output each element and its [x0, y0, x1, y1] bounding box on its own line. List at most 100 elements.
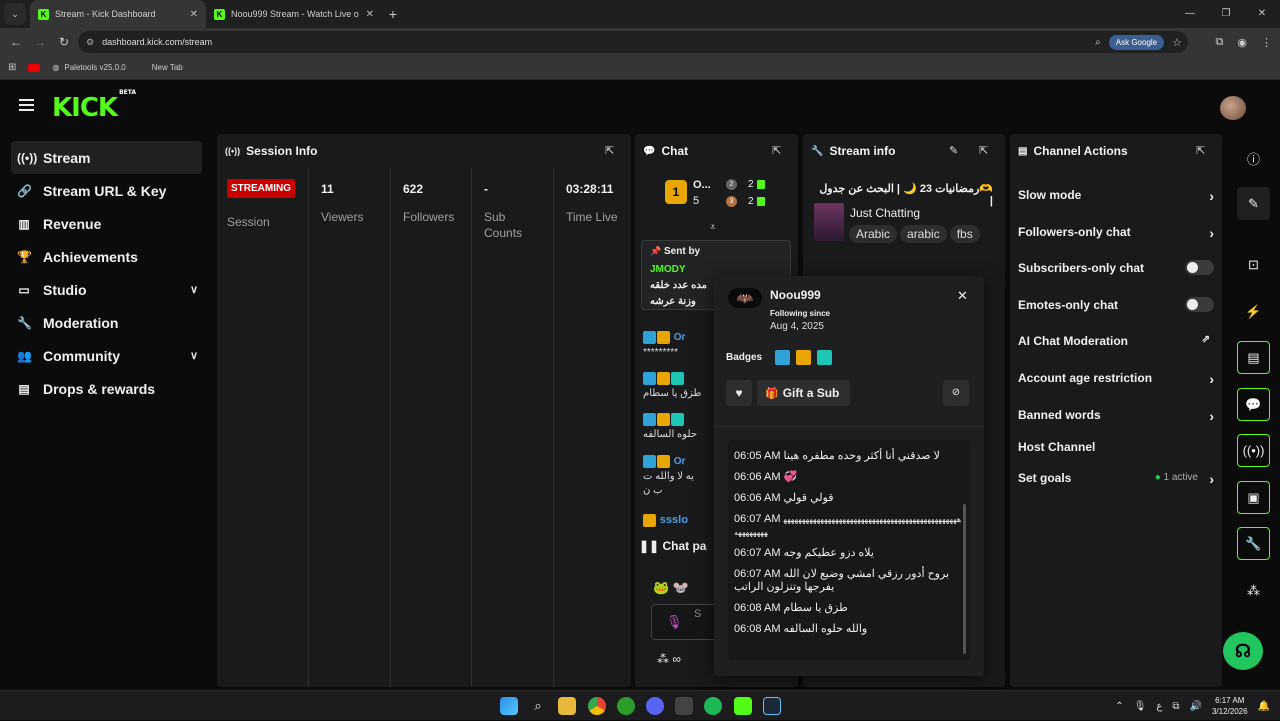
tag-chip[interactable]: Arabic — [849, 225, 898, 243]
layout-icon[interactable]: ▣ — [1237, 481, 1270, 514]
profile-icon[interactable]: ◉ — [1237, 36, 1247, 49]
host-channel-action[interactable]: Host Channel — [1018, 440, 1214, 454]
apps-grid-icon[interactable]: ⊞ — [8, 62, 16, 73]
minimize-icon[interactable]: — — [1172, 0, 1208, 28]
chat-username[interactable]: ssslo — [660, 514, 688, 526]
extensions-icon[interactable]: ⧉ — [1216, 36, 1224, 49]
wrench-icon[interactable]: 🔧 — [1237, 527, 1270, 560]
maximize-icon[interactable]: ❐ — [1208, 0, 1244, 28]
tag-chip[interactable]: arabic — [900, 225, 947, 243]
chat-bubble-icon[interactable]: 💬 — [1237, 388, 1270, 421]
info-icon[interactable]: ⓘ — [1237, 142, 1270, 175]
chevron-down-icon[interactable]: ∨ — [190, 349, 198, 362]
follow-heart-button[interactable]: ♥ — [726, 380, 752, 406]
file-explorer-icon[interactable] — [558, 697, 576, 715]
gift-sub-button[interactable]: 🎁 Gift a Sub — [757, 380, 850, 406]
collapse-chevron-icon[interactable]: ⩡ — [710, 222, 716, 233]
start-icon[interactable] — [500, 697, 518, 715]
sidebar-item-studio[interactable]: ▭ Studio ∨ — [11, 273, 202, 306]
bookmark-new-tab[interactable]: New Tab — [152, 63, 183, 72]
steam-icon[interactable] — [763, 697, 781, 715]
expand-icon[interactable]: ⇱ — [979, 144, 988, 157]
edit-pencil-icon[interactable]: ✎ — [949, 144, 958, 157]
mute-user-button[interactable]: ⊘ — [943, 380, 969, 406]
volume-icon[interactable]: 🔊 — [1190, 701, 1202, 712]
network-icon[interactable]: ⧉ — [1172, 701, 1179, 712]
edit-stream-icon[interactable]: ✎ — [1237, 187, 1270, 220]
chat-paused-bar[interactable]: ❚❚ Chat pa — [639, 539, 706, 553]
zoom-icon[interactable]: ⌕ — [1095, 37, 1101, 48]
lightning-icon[interactable]: ⚡ — [1237, 295, 1270, 328]
kick-app-icon[interactable] — [734, 697, 752, 715]
sidebar-item-community[interactable]: 👥 Community ∨ — [11, 339, 202, 372]
tab-search-button[interactable]: ⌄ — [4, 3, 26, 25]
close-window-icon[interactable]: ✕ — [1244, 0, 1280, 28]
emote-icon[interactable]: 🐭 — [673, 580, 689, 595]
settings-dots-icon[interactable]: ⁂ — [657, 652, 669, 666]
new-tab-button[interactable]: + — [382, 6, 404, 22]
expand-icon[interactable]: ⇱ — [605, 144, 614, 157]
xbox-icon[interactable] — [617, 697, 635, 715]
stream-category[interactable]: Just Chatting — [850, 206, 920, 220]
youtube-bookmark[interactable] — [28, 63, 41, 72]
ask-google-button[interactable]: Ask Google — [1108, 34, 1165, 50]
avatar[interactable] — [1220, 96, 1246, 120]
chat-message[interactable]: ssslo — [643, 514, 688, 527]
set-goals-action[interactable]: Set goals ● 1 active › — [1018, 471, 1214, 487]
chat-message[interactable]: Or ********* — [643, 331, 685, 358]
tab-noou999-stream[interactable]: K Noou999 Stream - Watch Live o ✕ — [206, 0, 382, 28]
notes-icon[interactable]: ▤ — [1237, 341, 1270, 374]
chat-username[interactable]: Or — [674, 456, 686, 467]
ai-chat-moderation-action[interactable]: AI Chat Moderation ⇗ — [1018, 334, 1214, 348]
banned-words-action[interactable]: Banned words › — [1018, 408, 1214, 424]
chrome-icon[interactable] — [588, 697, 606, 715]
expand-icon[interactable]: ⇱ — [1196, 144, 1205, 157]
bookmark-star-icon[interactable]: ☆ — [1172, 36, 1182, 49]
chat-message[interactable]: حلوه السالفه — [643, 413, 697, 440]
close-tab-icon[interactable]: ✕ — [366, 9, 374, 20]
chevron-down-icon[interactable]: ∨ — [190, 283, 198, 296]
followers-only-action[interactable]: Followers-only chat › — [1018, 225, 1214, 241]
browser-menu-icon[interactable]: ⋮ — [1261, 36, 1272, 49]
sidebar-item-moderation[interactable]: 🔧 Moderation — [11, 306, 202, 339]
subscribers-only-toggle[interactable] — [1185, 260, 1214, 275]
url-omnibox[interactable]: ⚙ dashboard.kick.com/stream ⌕ Ask Google… — [78, 31, 1188, 53]
help-headset-icon[interactable]: ☊ — [1223, 632, 1263, 670]
sidebar-item-drops-rewards[interactable]: ▤ Drops & rewards — [11, 372, 202, 405]
chat-message[interactable]: Or يه لا والله ت ب ن — [643, 455, 694, 496]
discord-icon[interactable] — [646, 697, 664, 715]
search-icon[interactable]: ⌕ — [529, 697, 547, 715]
scrollbar[interactable] — [963, 504, 966, 654]
expand-icon[interactable]: ⇱ — [772, 144, 781, 157]
infinity-icon[interactable]: ∞ — [672, 652, 681, 666]
chat-message[interactable]: طزق يا سطام — [643, 372, 701, 399]
emote-icon[interactable]: 🐸 — [653, 580, 669, 595]
spotify-icon[interactable] — [704, 697, 722, 715]
chat-username[interactable]: Or — [674, 332, 686, 343]
clock[interactable]: 6:17 AM 3/12/2026 — [1212, 695, 1248, 717]
tab-kick-dashboard[interactable]: K Stream - Kick Dashboard ✕ — [30, 0, 206, 28]
close-tab-icon[interactable]: ✕ — [190, 9, 198, 20]
sidebar-item-stream-url-key[interactable]: 🔗 Stream URL & Key — [11, 174, 202, 207]
sidebar-item-revenue[interactable]: ▥ Revenue — [11, 207, 202, 240]
broadcast-icon[interactable]: ((•)) — [1237, 434, 1270, 467]
dots-icon[interactable]: ⁂ — [1237, 574, 1270, 607]
close-icon[interactable]: ✕ — [957, 288, 968, 304]
sidebar-item-stream[interactable]: ((•)) Stream — [11, 141, 202, 174]
microphone-icon[interactable]: 🎙 — [1134, 701, 1147, 712]
slow-mode-action[interactable]: Slow mode › — [1018, 188, 1214, 204]
notification-icon[interactable]: 🔔 — [1258, 701, 1270, 712]
url-text[interactable]: dashboard.kick.com/stream — [102, 37, 212, 47]
app-icon[interactable] — [675, 697, 693, 715]
microphone-icon[interactable]: 🎙 — [666, 614, 683, 630]
account-age-action[interactable]: Account age restriction › — [1018, 371, 1214, 387]
site-info-icon[interactable]: ⚙ — [86, 37, 94, 48]
menu-icon[interactable] — [19, 99, 34, 111]
sidebar-item-achievements[interactable]: 🏆 Achievements — [11, 240, 202, 273]
bookmark-paletools[interactable]: ◍ Paletools v25.0.0 — [52, 63, 125, 72]
snapshot-icon[interactable]: ⊡ — [1237, 248, 1270, 281]
emotes-only-toggle[interactable] — [1185, 297, 1214, 312]
kick-logo[interactable]: KICKBETA — [52, 89, 136, 123]
reload-icon[interactable]: ↻ — [52, 35, 76, 49]
back-icon[interactable]: ← — [4, 35, 28, 49]
